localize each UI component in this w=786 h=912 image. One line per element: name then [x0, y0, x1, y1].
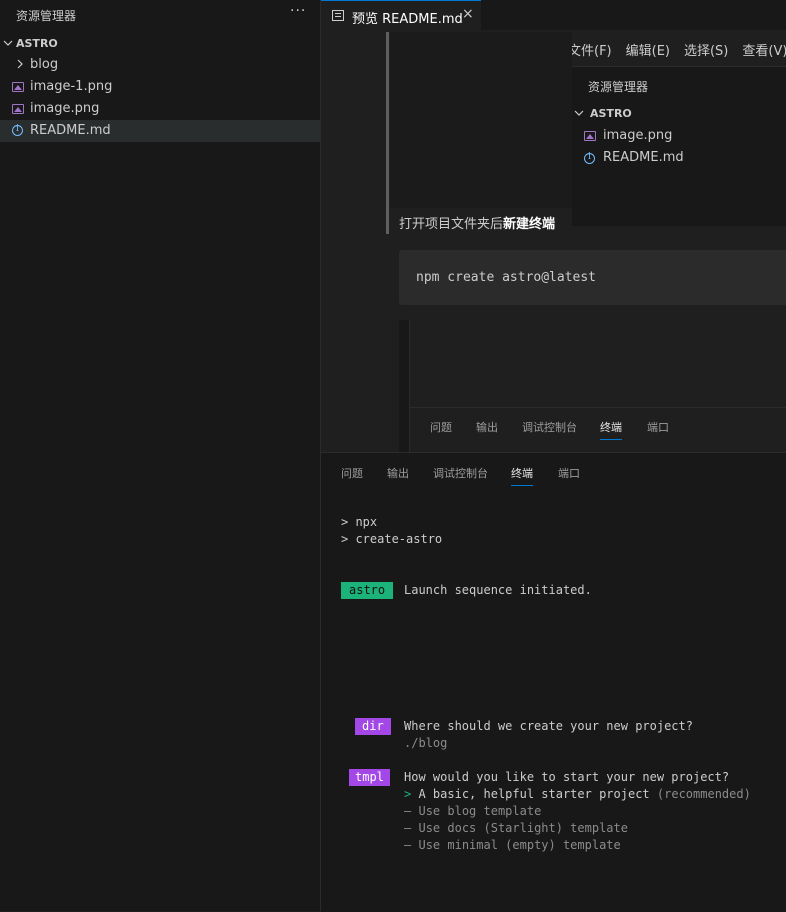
info-icon	[584, 152, 595, 164]
blockquote-bar	[386, 32, 389, 234]
screenshot-sidebar-strip	[399, 320, 410, 452]
option-label: Use docs (Starlight) template	[418, 821, 628, 835]
code-block: npm create astro@latest	[399, 250, 786, 305]
tmpl-badge: tmpl	[349, 769, 390, 786]
screenshot-explorer-title: 资源管理器	[588, 80, 649, 94]
tab-ports[interactable]: 端口	[558, 465, 580, 481]
tree-item-image-1[interactable]: image-1.png	[0, 76, 320, 98]
tree-item-label: README.md	[30, 123, 111, 138]
option-marker: —	[404, 804, 412, 818]
tree-item-image[interactable]: image.png	[0, 98, 320, 120]
terminal-line: > npx	[341, 515, 378, 529]
tree-item-label: image-1.png	[30, 79, 113, 94]
screenshot-sidebar: 资源管理器 ASTRO image.png README.md	[572, 66, 786, 226]
embedded-screenshot	[390, 32, 572, 208]
screenshot-panel-tabs: 问题 输出 调试控制台 终端 端口	[410, 407, 786, 452]
option[interactable]: — Use blog template	[404, 804, 541, 818]
tree-item-label: blog	[30, 57, 59, 72]
dir-answer: ./blog	[404, 736, 448, 750]
chevron-down-icon	[574, 110, 584, 116]
tab-problems[interactable]: 问题	[341, 465, 363, 481]
screenshot-tab-ports: 端口	[647, 421, 669, 434]
screenshot-tab-debug: 调试控制台	[522, 421, 577, 434]
option-label: Use blog template	[418, 804, 542, 818]
screenshot-tab-output: 输出	[476, 421, 498, 434]
astro-badge: astro	[341, 582, 394, 599]
menu-file: 文件(F)	[572, 44, 612, 59]
tab-debug-console[interactable]: 调试控制台	[433, 465, 488, 481]
paragraph-text: 打开项目文件夹后	[399, 217, 504, 232]
embedded-screenshot-explorer: 文件(F) 编辑(E) 选择(S) 查看(V) 资源管理器 ASTRO image.p…	[572, 30, 786, 226]
close-icon[interactable]: ×	[462, 6, 474, 22]
option-label: A basic, helpful starter project	[418, 787, 650, 801]
screenshot-folder-label: ASTRO	[590, 107, 632, 120]
editor-tab-bar: 预览 README.md ×	[321, 0, 786, 30]
tree-item-label: image.png	[30, 101, 100, 116]
paragraph-bold: 新建终端	[503, 217, 556, 232]
tab-terminal[interactable]: 终端	[511, 465, 533, 486]
bottom-panel: 问题 输出 调试控制台 终端 端口 > npx > create-astro a…	[321, 452, 786, 912]
menu-edit: 编辑(E)	[625, 44, 670, 59]
dir-question: Where should we create your new project?	[404, 719, 693, 733]
screenshot-item-label: README.md	[603, 150, 684, 165]
option[interactable]: — Use docs (Starlight) template	[404, 821, 628, 835]
option-marker: —	[404, 838, 412, 852]
tab-preview-readme[interactable]: 预览 README.md ×	[321, 0, 481, 30]
image-file-icon	[584, 131, 596, 141]
preview-paragraph: 打开项目文件夹后新建终端	[399, 213, 555, 232]
tree-item-blog[interactable]: blog	[0, 54, 320, 76]
embedded-screenshot-panel: 问题 输出 调试控制台 终端 端口	[399, 320, 786, 452]
screenshot-item-label: image.png	[603, 128, 673, 143]
code-text: npm create astro@latest	[416, 270, 597, 285]
tab-label: 预览 README.md	[352, 12, 463, 27]
option-selected[interactable]: > A basic, helpful starter project (reco…	[404, 787, 751, 801]
tab-output[interactable]: 输出	[387, 465, 409, 481]
option-note: (recommended)	[656, 787, 751, 801]
folder-astro[interactable]: ASTRO	[0, 32, 320, 54]
markdown-preview: 文件(F) 编辑(E) 选择(S) 查看(V) 资源管理器 ASTRO image.p…	[321, 30, 786, 452]
image-file-icon	[12, 104, 24, 114]
explorer-title: 资源管理器	[16, 9, 77, 23]
launch-text: Launch sequence initiated.	[404, 583, 592, 597]
menu-view: 查看(V)	[742, 44, 786, 59]
screenshot-menubar: 文件(F) 编辑(E) 选择(S) 查看(V)	[572, 40, 786, 59]
terminal-line: > create-astro	[341, 532, 443, 546]
explorer-sidebar: 资源管理器 ··· ASTRO blog image-1.png image.p…	[0, 0, 321, 911]
info-icon	[12, 124, 23, 136]
dir-badge: dir	[355, 718, 391, 735]
preview-icon	[332, 10, 344, 21]
tmpl-question: How would you like to start your new pro…	[404, 770, 730, 784]
more-actions-icon[interactable]: ···	[290, 3, 306, 19]
image-file-icon	[12, 82, 24, 92]
screenshot-tab-problems: 问题	[430, 421, 452, 434]
option-marker: —	[404, 821, 412, 835]
option-marker: >	[404, 787, 412, 801]
option-label: Use minimal (empty) template	[418, 838, 621, 852]
chevron-down-icon	[3, 40, 13, 46]
option[interactable]: — Use minimal (empty) template	[404, 838, 621, 852]
tree-item-readme[interactable]: README.md	[0, 120, 320, 142]
chevron-right-icon	[17, 59, 23, 69]
screenshot-tab-terminal: 终端	[600, 421, 622, 440]
folder-label: ASTRO	[16, 37, 58, 50]
menu-select: 选择(S)	[683, 44, 729, 59]
